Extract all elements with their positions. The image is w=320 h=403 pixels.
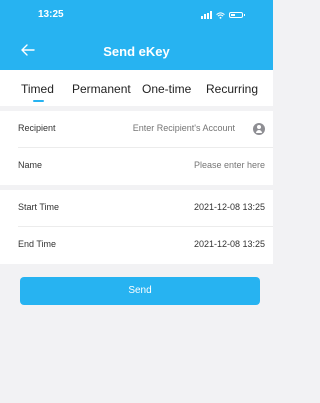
- recipient-row: Recipient: [0, 111, 273, 148]
- nav-bar: Send eKey: [0, 34, 273, 70]
- recipient-group: Recipient Name: [0, 111, 273, 185]
- battery-icon: [229, 12, 245, 18]
- page-title: Send eKey: [103, 44, 170, 59]
- tab-bar: Timed Permanent One-time Recurring: [0, 70, 273, 106]
- start-time-value[interactable]: 2021-12-08 13:25: [194, 202, 265, 212]
- end-time-row[interactable]: End Time 2021-12-08 13:25: [0, 227, 273, 264]
- tab-permanent[interactable]: Permanent: [72, 82, 131, 96]
- recipient-input[interactable]: [85, 123, 235, 133]
- status-bar: 13:25: [0, 0, 273, 34]
- tab-one-time[interactable]: One-time: [142, 82, 191, 96]
- active-tab-indicator: [33, 100, 44, 102]
- signal-icon: [201, 11, 212, 19]
- name-label: Name: [18, 160, 43, 170]
- app-header: 13:25 Send eKey: [0, 0, 273, 70]
- tab-timed[interactable]: Timed: [21, 82, 54, 96]
- status-time: 13:25: [38, 9, 64, 20]
- send-button[interactable]: Send: [20, 277, 260, 305]
- wifi-icon: [216, 11, 225, 19]
- recipient-label: Recipient: [18, 123, 56, 133]
- status-icons: [201, 9, 245, 21]
- tab-recurring[interactable]: Recurring: [206, 82, 258, 96]
- contact-icon[interactable]: [253, 123, 265, 135]
- name-row: Name: [0, 148, 273, 185]
- start-time-label: Start Time: [18, 202, 60, 212]
- end-time-value[interactable]: 2021-12-08 13:25: [194, 239, 265, 249]
- time-group: Start Time 2021-12-08 13:25 End Time 202…: [0, 190, 273, 264]
- start-time-row[interactable]: Start Time 2021-12-08 13:25: [0, 190, 273, 227]
- name-input[interactable]: [115, 160, 265, 170]
- end-time-label: End Time: [18, 239, 57, 249]
